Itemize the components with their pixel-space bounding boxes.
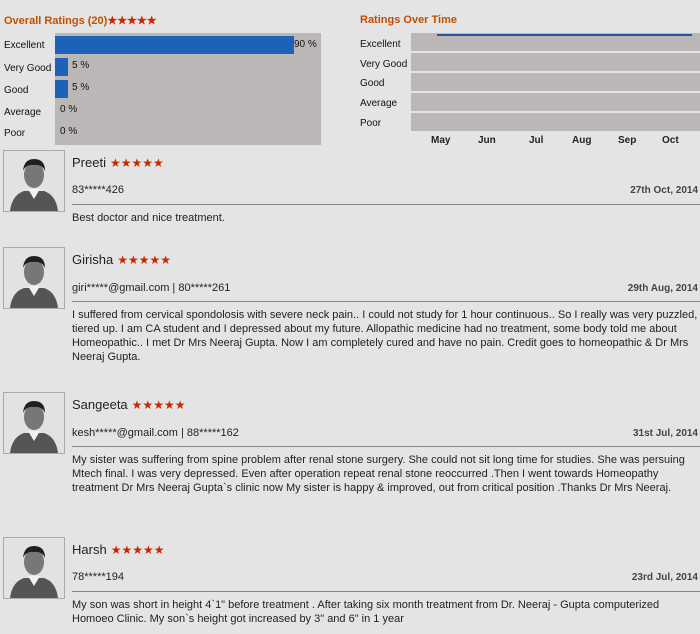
rating-label-average: Average xyxy=(4,107,42,118)
reviewer-contact: kesh*****@gmail.com | 88*****162 xyxy=(72,427,239,439)
reviewer-stars: ★★★★★ xyxy=(109,156,164,170)
rating-label-poor: Poor xyxy=(4,128,26,139)
month-sep: Sep xyxy=(618,135,637,146)
rating-label-excellent: Excellent xyxy=(4,40,45,51)
timeline-row-very-good xyxy=(411,53,700,71)
month-may: May xyxy=(431,135,451,146)
rating-pct-average: 0 % xyxy=(60,104,78,115)
review-divider xyxy=(72,446,700,447)
reviewer-name-text: Sangeeta xyxy=(72,397,128,412)
review-text: Best doctor and nice treatment. xyxy=(72,212,225,224)
reviewer-contact: 78*****194 xyxy=(72,571,124,583)
reviewer-name-text: Preeti xyxy=(72,155,106,170)
rating-pct-poor: 0 % xyxy=(60,126,78,137)
rating-pct-good: 5 % xyxy=(72,82,90,93)
user-avatar-icon xyxy=(3,150,65,212)
month-oct: Oct xyxy=(662,135,679,146)
user-avatar-icon xyxy=(3,537,65,599)
month-aug: Aug xyxy=(572,135,592,146)
timeline-row-average xyxy=(411,93,700,111)
overall-ratings-title: Overall Ratings (20)★★★★★ xyxy=(4,14,157,27)
review-date: 31st Jul, 2014 xyxy=(632,428,698,439)
rating-bar-excellent xyxy=(55,36,294,54)
timeline-excellent-trend-line xyxy=(437,34,692,36)
reviewer-name-text: Harsh xyxy=(72,542,107,557)
rating-bar-very-good xyxy=(55,58,68,76)
reviewer-name-text: Girisha xyxy=(72,252,114,267)
rating-pct-excellent: 90 % xyxy=(294,39,317,50)
reviewer-name: Girisha ★★★★★ xyxy=(72,252,171,267)
timeline-label-excellent: Excellent xyxy=(360,39,401,50)
timeline-label-good: Good xyxy=(360,78,385,89)
rating-pct-very-good: 5 % xyxy=(72,60,90,71)
review-divider xyxy=(72,591,700,592)
review-date: 27th Oct, 2014 xyxy=(630,185,698,196)
reviewer-stars: ★★★★★ xyxy=(131,398,186,412)
reviewer-stars: ★★★★★ xyxy=(117,253,171,267)
overall-ratings-chart: 90 % 5 % 5 % 0 % 0 % xyxy=(55,33,321,145)
review-text: My sister was suffering from spine probl… xyxy=(72,454,685,494)
timeline-row-poor xyxy=(411,113,700,131)
month-jun: Jun xyxy=(478,135,496,146)
review-text: I suffered from cervical spondolosis wit… xyxy=(72,309,698,363)
timeline-label-poor: Poor xyxy=(360,118,382,129)
overall-stars: ★★★★★ xyxy=(107,15,157,27)
rating-label-good: Good xyxy=(4,85,29,96)
review-divider xyxy=(72,204,700,205)
timeline-row-good xyxy=(411,73,700,91)
review-date: 23rd Jul, 2014 xyxy=(631,572,698,583)
review-date: 29th Aug, 2014 xyxy=(627,283,698,294)
timeline-label-average: Average xyxy=(360,98,398,109)
reviewer-contact: 83*****426 xyxy=(72,184,124,196)
user-avatar-icon xyxy=(3,392,65,454)
rating-label-very-good: Very Good xyxy=(4,63,52,74)
reviewer-name: Harsh ★★★★★ xyxy=(72,542,164,557)
reviewer-name: Sangeeta ★★★★★ xyxy=(72,397,185,412)
month-jul: Jul xyxy=(529,135,544,146)
reviewer-stars: ★★★★★ xyxy=(110,543,165,557)
reviewer-name: Preeti ★★★★★ xyxy=(72,155,164,170)
rating-bar-good xyxy=(55,80,68,98)
user-avatar-icon xyxy=(3,247,65,309)
review-divider xyxy=(72,301,700,302)
overall-ratings-heading: Overall Ratings (20) xyxy=(4,15,108,27)
ratings-over-time-title: Ratings Over Time xyxy=(360,14,457,26)
timeline-label-very-good: Very Good xyxy=(360,59,408,70)
reviewer-contact: giri*****@gmail.com | 80*****261 xyxy=(72,282,231,294)
review-text: My son was short in height 4`1" before t… xyxy=(72,599,660,625)
